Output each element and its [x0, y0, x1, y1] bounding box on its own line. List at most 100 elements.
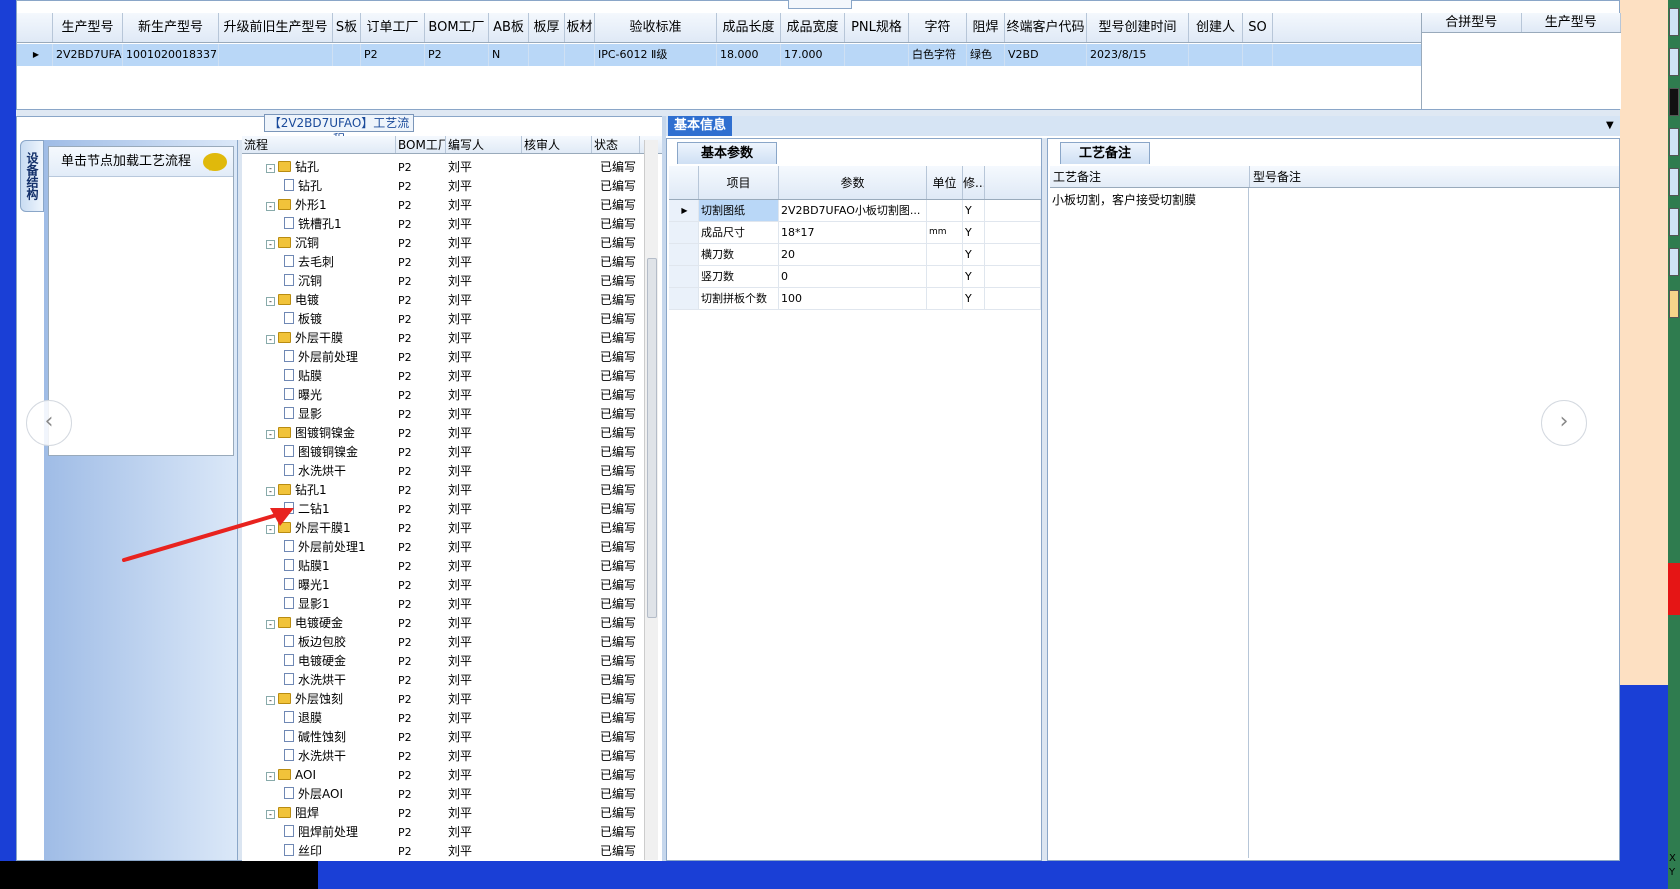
bom-cell[interactable]: P2: [398, 785, 412, 804]
table-cell[interactable]: P2: [361, 44, 425, 66]
writer-cell[interactable]: 刘平: [448, 614, 472, 633]
col-header[interactable]: PNL规格: [845, 13, 909, 42]
collapse-toggle-icon[interactable]: -: [266, 202, 275, 211]
tree-node[interactable]: 图镀铜镍金: [284, 443, 358, 462]
toolbar-button[interactable]: [1669, 48, 1679, 76]
status-cell[interactable]: 已编写: [600, 595, 636, 614]
tree-row[interactable]: 外层前处理1 P2 刘平 已编写: [242, 538, 640, 557]
tree-node[interactable]: - 外层干膜: [266, 329, 343, 348]
bom-cell[interactable]: P2: [398, 329, 412, 348]
status-cell[interactable]: 已编写: [600, 310, 636, 329]
bom-cell[interactable]: P2: [398, 177, 412, 196]
writer-cell[interactable]: 刘平: [448, 443, 472, 462]
status-cell[interactable]: 已编写: [600, 690, 636, 709]
item-cell[interactable]: 切割图纸: [699, 200, 779, 221]
writer-cell[interactable]: 刘平: [448, 272, 472, 291]
param-cell[interactable]: 18*17: [779, 222, 927, 243]
param-cell[interactable]: 100: [779, 288, 927, 309]
status-cell[interactable]: 已编写: [600, 196, 636, 215]
tree-node[interactable]: 沉铜: [284, 272, 322, 291]
tree-node[interactable]: 退膜: [284, 709, 322, 728]
tree-node[interactable]: - 电镀: [266, 291, 319, 310]
tree-node[interactable]: - 图镀铜镍金: [266, 424, 355, 443]
tree-node[interactable]: - AOI: [266, 766, 316, 785]
table-row[interactable]: ▶ 2V2BD7UFAO 10010200183371 P2 P2 N IPC-…: [17, 44, 1423, 66]
tree-node[interactable]: 贴膜: [284, 367, 322, 386]
status-cell[interactable]: 已编写: [600, 272, 636, 291]
tree-row[interactable]: 去毛刺 P2 刘平 已编写: [242, 253, 640, 272]
writer-cell[interactable]: 刘平: [448, 671, 472, 690]
writer-cell[interactable]: 刘平: [448, 595, 472, 614]
status-cell[interactable]: 已编写: [600, 158, 636, 177]
bom-cell[interactable]: P2: [398, 766, 412, 785]
tree-row[interactable]: - 阻焊 P2 刘平 已编写: [242, 804, 640, 823]
status-cell[interactable]: 已编写: [600, 652, 636, 671]
status-cell[interactable]: 已编写: [600, 671, 636, 690]
tree-scrollbar[interactable]: [644, 140, 658, 860]
writer-cell[interactable]: 刘平: [448, 386, 472, 405]
col-header[interactable]: 合拼型号: [1422, 13, 1522, 32]
status-cell[interactable]: 已编写: [600, 728, 636, 747]
col-header[interactable]: SO: [1243, 13, 1273, 42]
item-cell[interactable]: 成品尺寸: [699, 222, 779, 243]
bom-cell[interactable]: P2: [398, 652, 412, 671]
writer-cell[interactable]: 刘平: [448, 500, 472, 519]
col-header[interactable]: 字符: [909, 13, 967, 42]
bom-cell[interactable]: P2: [398, 804, 412, 823]
tree-row[interactable]: 显影1 P2 刘平 已编写: [242, 595, 640, 614]
table-cell[interactable]: V2BD: [1005, 44, 1087, 66]
collapse-toggle-icon[interactable]: -: [266, 335, 275, 344]
bom-cell[interactable]: P2: [398, 348, 412, 367]
status-cell[interactable]: 已编写: [600, 823, 636, 842]
tree-node[interactable]: 曝光: [284, 386, 322, 405]
status-cell[interactable]: 已编写: [600, 234, 636, 253]
status-cell[interactable]: 已编写: [600, 215, 636, 234]
writer-cell[interactable]: 刘平: [448, 842, 472, 861]
table-cell[interactable]: [529, 44, 565, 66]
mod-cell[interactable]: Y: [963, 288, 985, 309]
table-cell[interactable]: [333, 44, 361, 66]
col-header[interactable]: 参数: [779, 166, 927, 199]
table-cell[interactable]: IPC-6012 Ⅱ级: [595, 44, 717, 66]
status-cell[interactable]: 已编写: [600, 709, 636, 728]
toolbar-button[interactable]: [1669, 88, 1679, 116]
writer-cell[interactable]: 刘平: [448, 196, 472, 215]
bom-cell[interactable]: P2: [398, 728, 412, 747]
scrollbar-thumb[interactable]: [647, 258, 657, 618]
collapse-toggle-icon[interactable]: -: [266, 810, 275, 819]
tree-node[interactable]: 显影: [284, 405, 322, 424]
bom-cell[interactable]: P2: [398, 538, 412, 557]
tree-node[interactable]: - 钻孔1: [266, 481, 327, 500]
mod-cell[interactable]: Y: [963, 200, 985, 221]
tree-row[interactable]: 电镀硬金 P2 刘平 已编写: [242, 652, 640, 671]
bom-cell[interactable]: P2: [398, 405, 412, 424]
writer-cell[interactable]: 刘平: [448, 310, 472, 329]
col-header[interactable]: 修...: [963, 166, 985, 199]
tree-row[interactable]: 贴膜 P2 刘平 已编写: [242, 367, 640, 386]
status-cell[interactable]: 已编写: [600, 481, 636, 500]
status-cell[interactable]: 已编写: [600, 462, 636, 481]
status-cell[interactable]: 已编写: [600, 785, 636, 804]
col-header[interactable]: BOM工厂: [425, 13, 489, 42]
status-cell[interactable]: 已编写: [600, 500, 636, 519]
tree-node[interactable]: 去毛刺: [284, 253, 334, 272]
unit-cell[interactable]: [927, 288, 963, 309]
bom-cell[interactable]: P2: [398, 196, 412, 215]
process-note-text[interactable]: 小板切割，客户接受切割膜: [1052, 191, 1196, 208]
tree-node[interactable]: - 外层蚀刻: [266, 690, 343, 709]
tree-row[interactable]: 外层前处理 P2 刘平 已编写: [242, 348, 640, 367]
tree-node[interactable]: 丝印: [284, 842, 322, 861]
col-header[interactable]: 新生产型号: [123, 13, 219, 42]
table-cell[interactable]: 18.000: [717, 44, 781, 66]
bom-cell[interactable]: P2: [398, 500, 412, 519]
unit-cell[interactable]: [927, 266, 963, 287]
status-cell[interactable]: 已编写: [600, 253, 636, 272]
col-header[interactable]: 终端客户代码: [1005, 13, 1087, 42]
col-header[interactable]: 升级前旧生产型号: [219, 13, 333, 42]
tree-node[interactable]: 铣槽孔1: [284, 215, 342, 234]
col-header[interactable]: 状态: [592, 136, 640, 153]
tree-node[interactable]: 钻孔: [284, 177, 322, 196]
tree-row[interactable]: 曝光1 P2 刘平 已编写: [242, 576, 640, 595]
writer-cell[interactable]: 刘平: [448, 367, 472, 386]
tree-node[interactable]: 板镀: [284, 310, 322, 329]
